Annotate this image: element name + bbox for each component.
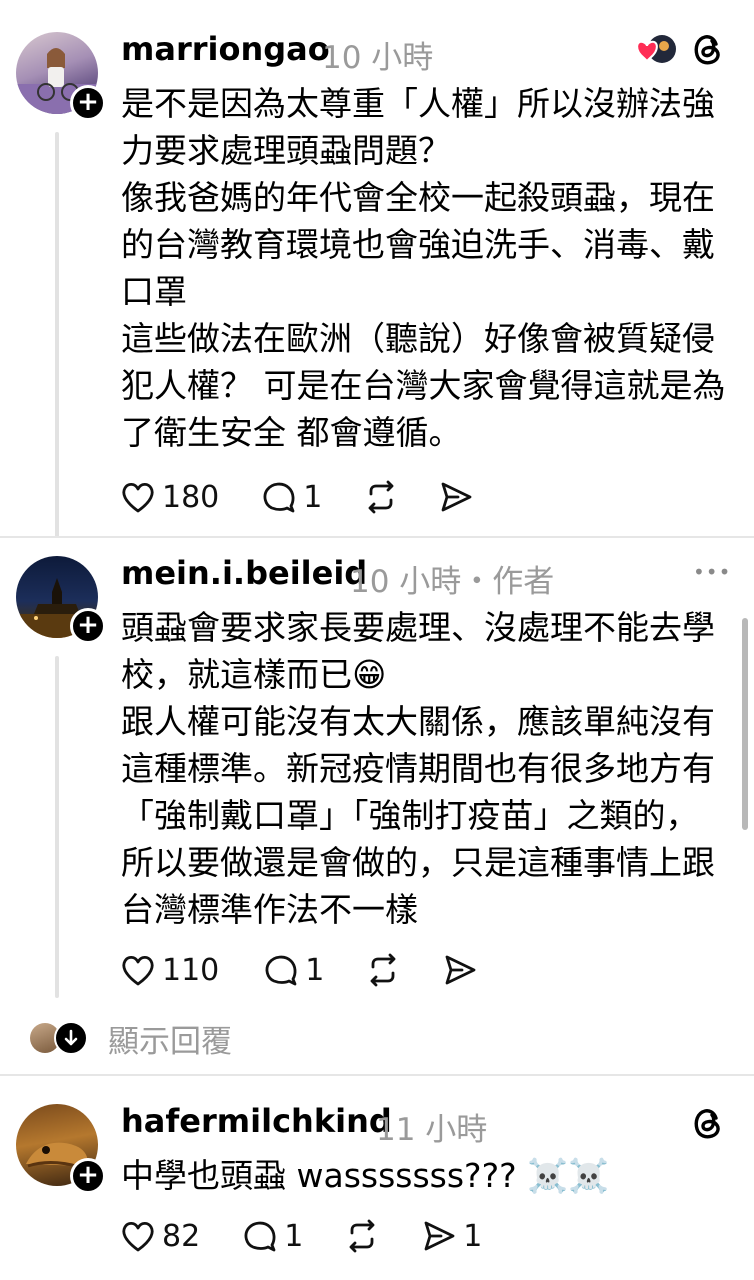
thread-line [55,656,59,998]
post-paragraph: 跟人權可能沒有太大關係，應該單純沒有這種標準。新冠疫情期間也有很多地方有「強制戴… [121,702,715,929]
post-paragraph: 中學也頭蝨 wasssssss??? ☠️☠️ [121,1156,610,1195]
heart-icon [122,482,154,513]
threads-icon[interactable] [688,30,728,70]
post-body: 是不是因為太尊重「人權」所以沒辦法強力要求處理頭蝨問題？ 像我爸媽的年代會全校一… [121,80,726,456]
post-body: 頭蝨會要求家長要處理、沒處理不能去學校，就這樣而已😁 跟人權可能沒有太大關係，應… [121,604,726,933]
comment-button[interactable]: 1 [263,952,324,988]
divider [0,536,754,538]
repost-icon [349,1219,375,1253]
post-actions: 180 1 [120,475,474,519]
post-paragraph: 這些做法在歐洲（聽說）好像會被質疑侵犯人權？ 可是在台灣大家會覺得這就是為了衛生… [121,319,726,452]
repost-icon [368,480,394,514]
comment-icon [265,955,297,986]
post-body: 中學也頭蝨 wasssssss??? ☠️☠️ [121,1152,726,1199]
reply-count: 1 [303,479,323,515]
reply-count: 1 [284,1218,304,1254]
follow-plus-icon[interactable]: + [70,608,106,644]
heart-icon [122,1221,154,1252]
share-count: 1 [463,1218,483,1254]
repost-icon [370,953,396,987]
comment-icon [263,482,295,513]
heart-icon [636,35,676,63]
more-options-icon[interactable]: ••• [693,560,731,584]
share-icon [445,955,476,985]
post-paragraph: 是不是因為太尊重「人權」所以沒辦法強力要求處理頭蝨問題？ [121,84,715,170]
share-button[interactable] [442,953,478,987]
like-count: 110 [162,952,220,988]
like-button[interactable]: 180 [120,480,219,515]
like-count: 82 [162,1218,201,1254]
heart-icon [122,955,154,986]
liked-by-badge[interactable] [634,32,678,66]
share-button[interactable]: 1 [421,1219,482,1254]
share-button[interactable] [438,480,474,514]
threads-icon[interactable] [688,1104,728,1144]
comment-button[interactable]: 1 [261,479,322,515]
follow-plus-icon[interactable]: + [70,1158,106,1194]
show-replies-row[interactable]: 顯示回覆 [30,1016,232,1060]
author-tag: ・作者 [461,564,555,600]
share-icon [441,482,472,512]
username[interactable]: hafermilchkind [121,1102,392,1140]
timestamp: 10 小時・作者 [350,556,554,601]
repost-button[interactable] [343,1218,381,1254]
like-count: 180 [162,479,220,515]
comment-icon [244,1221,276,1252]
divider [0,1074,754,1076]
thread-line [55,132,59,538]
repost-button[interactable] [364,952,402,988]
timestamp: 11 小時 [376,1112,488,1148]
username[interactable]: mein.i.beileid [121,554,367,592]
post-actions: 82 1 1 [120,1214,482,1258]
like-button[interactable]: 110 [120,953,219,988]
timestamp: 10 小時 [322,40,434,76]
username[interactable]: marriongao [121,30,330,68]
share-icon [424,1221,455,1251]
repost-button[interactable] [362,479,400,515]
post-paragraph: 像我爸媽的年代會全校一起殺頭蝨，現在的台灣教育環境也會強迫洗手、消毒、戴口罩 [121,178,715,311]
follow-plus-icon[interactable]: + [70,85,106,121]
scrollbar[interactable] [742,618,748,830]
post-actions: 110 1 [120,948,478,992]
reply-count: 1 [305,952,325,988]
post-paragraph: 頭蝨會要求家長要處理、沒處理不能去學校，就這樣而已😁 [121,608,715,694]
arrow-down-icon [54,1021,88,1055]
show-replies-label: 顯示回覆 [108,1023,232,1060]
comment-button[interactable]: 1 [242,1218,303,1254]
timestamp-text: 10 小時 [350,564,462,600]
like-button[interactable]: 82 [120,1219,200,1254]
